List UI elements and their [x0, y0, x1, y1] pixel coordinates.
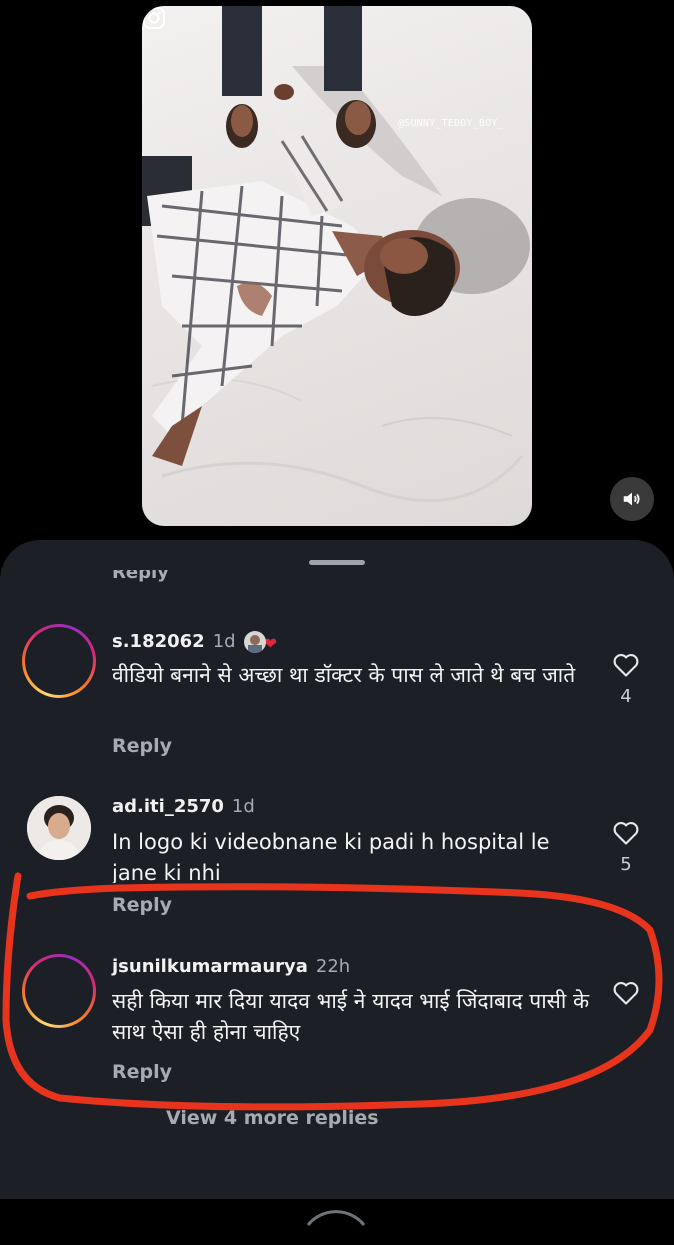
like-button[interactable] [610, 980, 642, 1006]
instagram-icon [143, 7, 165, 29]
reply-button[interactable]: Reply [112, 1061, 172, 1083]
comments-sheet: Reply s.182062 1d ❤ वीडियो बनाने से अच्छ… [0, 540, 674, 1226]
video-frame-image [142, 6, 530, 503]
comment-time: 1d [212, 631, 236, 652]
avatar[interactable] [22, 954, 96, 1028]
loading-spinner-icon [306, 1210, 366, 1226]
reply-button[interactable]: Reply [112, 894, 172, 916]
heart-outline-icon [613, 822, 639, 845]
comment-text: सही किया मार दिया यादव भाई ने यादव भाई ज… [112, 989, 590, 1044]
like-button[interactable]: 4 [610, 652, 642, 707]
comment-username[interactable]: s.182062 [112, 631, 205, 652]
sheet-drag-handle[interactable] [309, 560, 365, 565]
sound-toggle-button[interactable] [610, 477, 654, 521]
like-count: 5 [620, 854, 632, 875]
author-liked-avatar-icon [243, 630, 266, 653]
reply-button[interactable]: Reply [112, 735, 172, 757]
avatar[interactable] [27, 796, 91, 860]
comment-username[interactable]: ad.iti_2570 [112, 796, 224, 817]
like-button[interactable]: 5 [610, 820, 642, 875]
video-watermark: @SUNNY_TEDDY_BOY_ [398, 118, 504, 129]
comment-time: 1d [231, 796, 255, 817]
heart-outline-icon [613, 982, 639, 1005]
video-player[interactable]: @SUNNY_TEDDY_BOY_ [142, 6, 532, 526]
like-count: 4 [620, 686, 632, 707]
video-area: @SUNNY_TEDDY_BOY_ [0, 0, 674, 560]
comment-username[interactable]: jsunilkumarmaurya [112, 956, 308, 977]
partial-reply-link[interactable]: Reply [112, 570, 192, 588]
speaker-icon [623, 492, 640, 506]
view-more-replies-link[interactable]: View 4 more replies [166, 1107, 379, 1129]
avatar[interactable] [22, 624, 96, 698]
comment-time: 22h [315, 956, 351, 977]
comment-text: वीडियो बनाने से अच्छा था डॉक्टर के पास ल… [112, 663, 576, 687]
author-liked-heart-icon: ❤ [263, 634, 277, 653]
comment-text: In logo ki videobnane ki padi h hospital… [112, 830, 550, 883]
heart-outline-icon [613, 654, 639, 677]
